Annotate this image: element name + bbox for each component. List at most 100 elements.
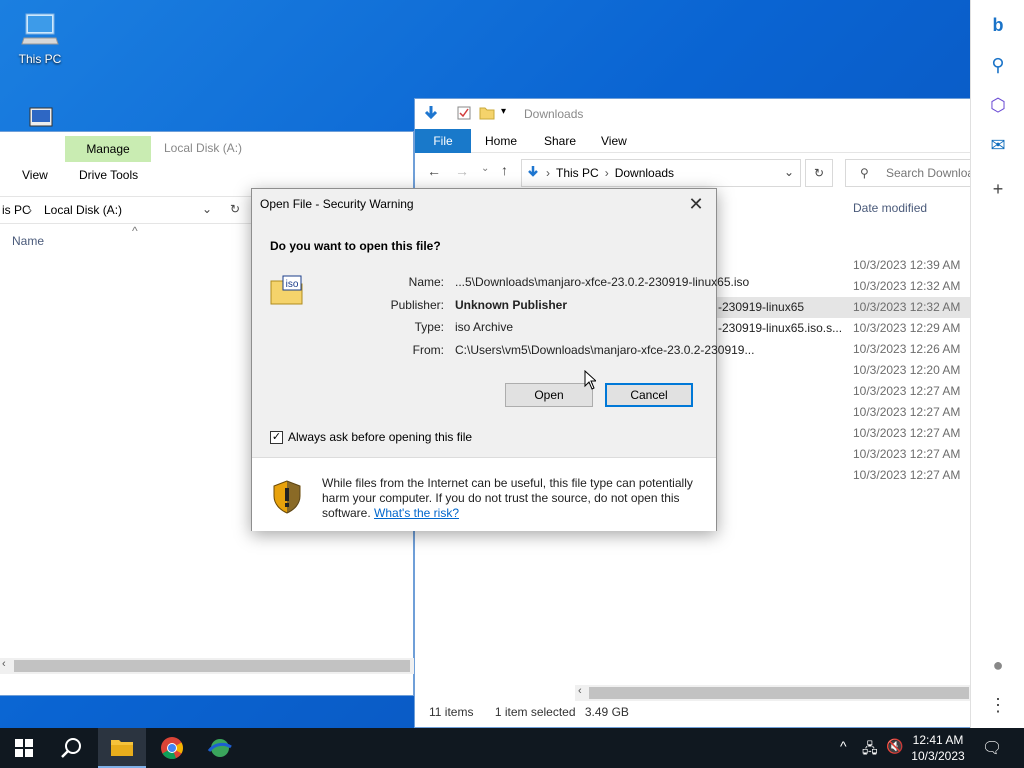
whats-the-risk-link[interactable]: What's the risk? (374, 506, 459, 520)
sort-up-icon: ^ (132, 224, 138, 238)
file-date: 10/3/2023 12:32 AM (853, 279, 961, 293)
clock[interactable]: 12:41 AM 10/3/2023 (906, 732, 970, 764)
this-pc-label: This PC (18, 52, 62, 66)
ribbon-tabs: View Drive Tools (0, 166, 413, 190)
tab-file[interactable]: File (415, 129, 471, 153)
checkbox-checked-icon[interactable]: ✓ (270, 430, 283, 444)
breadcrumb-downloads[interactable]: Downloads (615, 166, 674, 180)
file-date: 10/3/2023 12:27 AM (853, 405, 961, 419)
chevron-down-icon[interactable]: ⌄ (202, 202, 212, 216)
horizontal-scrollbar[interactable]: ‹ (575, 685, 971, 701)
copilot-icon[interactable]: ⬡ (985, 92, 1011, 118)
address-bar[interactable]: › This PC › Downloads ⌄ (521, 159, 801, 187)
chrome-icon (161, 737, 183, 760)
taskbar: ^ 🖧 🔇 12:41 AM 10/3/2023 🗨 (0, 728, 1024, 768)
up-arrow-icon[interactable]: ↑ (501, 162, 508, 178)
dialog-question: Do you want to open this file? (270, 239, 441, 253)
search-placeholder: Search Downloa (886, 166, 975, 180)
bing-chat-icon[interactable]: b (985, 12, 1011, 38)
status-bar: 11 items 1 item selected 3.49 GB (429, 705, 647, 719)
navigation-bar: ← → ⌄ ↑ › This PC › Downloads ⌄ ↻ ⚲ Sear… (415, 157, 975, 189)
detail-key: Name: (408, 275, 444, 289)
scrollbar-thumb[interactable] (589, 687, 969, 699)
qat-dropdown-icon[interactable]: ▾ (501, 106, 506, 117)
chevron-down-icon[interactable]: ⌄ (784, 165, 794, 179)
dialog-footer: While files from the Internet can be use… (252, 457, 716, 531)
detail-row: Publisher: Unknown Publisher (312, 298, 712, 318)
chrome-taskbar-button[interactable] (148, 728, 196, 768)
new-folder-icon[interactable] (479, 106, 495, 123)
this-pc-desktop-icon[interactable]: This PC (5, 10, 75, 66)
manage-context-tab[interactable]: Manage (65, 136, 151, 162)
scroll-left-icon[interactable]: ‹ (2, 658, 6, 670)
breadcrumb-separator-icon: › (604, 166, 609, 180)
detail-row: Type: iso Archive (312, 320, 712, 340)
edge-sidebar: b ⚲ ⬡ ✉ + ● ⋮ (970, 0, 1024, 728)
file-name: -230919-linux65 (718, 300, 805, 314)
detail-value: ...5\Downloads\manjaro-xfce-23.0.2-23091… (455, 275, 750, 289)
always-ask-checkbox[interactable]: ✓ Always ask before opening this file (270, 430, 472, 444)
profile-avatar-icon[interactable]: ● (985, 652, 1011, 678)
search-button[interactable] (48, 728, 96, 768)
status-selection: 1 item selected (494, 705, 576, 719)
tab-home[interactable]: Home (485, 134, 517, 148)
tab-drive-tools[interactable]: Drive Tools (79, 168, 138, 182)
outlook-icon[interactable]: ✉ (985, 132, 1011, 158)
show-hidden-icons-icon[interactable]: ^ (840, 738, 847, 754)
file-explorer-taskbar-button[interactable] (98, 728, 146, 768)
forward-arrow-icon[interactable]: → (455, 163, 469, 179)
properties-icon[interactable] (457, 106, 471, 123)
network-icon[interactable]: 🖧 (862, 738, 878, 762)
mouse-cursor-icon (584, 369, 598, 393)
quick-access-toolbar: ▾ Downloads (415, 99, 970, 129)
detail-value: C:\Users\vm5\Downloads\manjaro-xfce-23.0… (455, 343, 755, 357)
search-icon: ⚲ (860, 166, 869, 180)
close-icon[interactable]: ✕ (684, 193, 708, 215)
search-input[interactable]: ⚲ Search Downloa (845, 159, 975, 187)
file-date: 10/3/2023 12:32 AM (853, 300, 961, 314)
tab-view[interactable]: View (601, 134, 627, 148)
iso-icon-label: iso (286, 279, 299, 290)
more-options-icon[interactable]: ⋮ (985, 692, 1011, 718)
security-warning-dialog[interactable]: Open File - Security Warning ✕ Do you wa… (251, 188, 754, 531)
dialog-title: Open File - Security Warning (260, 197, 414, 211)
window-title: Local Disk (A:) (164, 141, 243, 155)
detail-key: From: (412, 343, 444, 357)
search-icon (61, 738, 81, 758)
scrollbar-thumb[interactable] (14, 660, 410, 672)
volume-muted-icon[interactable]: 🔇 (886, 738, 903, 755)
action-center-icon[interactable]: 🗨 (982, 738, 1002, 758)
refresh-icon[interactable]: ↻ (230, 202, 240, 216)
column-header-date-modified[interactable]: Date modified (853, 201, 927, 215)
breadcrumb-separator-icon: › (546, 166, 550, 180)
file-date: 10/3/2023 12:29 AM (853, 321, 961, 335)
back-arrow-icon[interactable]: ← (427, 163, 441, 179)
detail-row: Name: ...5\Downloads\manjaro-xfce-23.0.2-… (312, 275, 750, 295)
cancel-button[interactable]: Cancel (605, 383, 693, 407)
file-date: 10/3/2023 12:27 AM (853, 447, 961, 461)
tab-share[interactable]: Share (544, 134, 576, 148)
windows-logo-icon (15, 739, 33, 757)
folder-icon (111, 740, 133, 756)
file-date: 10/3/2023 12:27 AM (853, 468, 961, 482)
breadcrumb-local-disk[interactable]: Local Disk (A:) (44, 203, 122, 217)
network-app-taskbar-button[interactable] (196, 728, 244, 768)
download-arrow-icon[interactable] (423, 105, 439, 124)
search-icon[interactable]: ⚲ (985, 52, 1011, 78)
breadcrumb-this-pc[interactable]: is PC (2, 203, 31, 217)
start-button[interactable] (0, 728, 48, 768)
add-icon[interactable]: + (985, 176, 1011, 202)
clock-date: 10/3/2023 (911, 749, 965, 763)
breadcrumb-this-pc[interactable]: This PC (556, 166, 599, 180)
checkbox-label: Always ask before opening this file (288, 430, 473, 444)
column-header-name[interactable]: Name (12, 234, 44, 248)
file-date: 10/3/2023 12:26 AM (853, 342, 961, 356)
globe-app-icon (207, 739, 232, 757)
scroll-left-icon[interactable]: ‹ (578, 685, 582, 697)
refresh-icon[interactable]: ↻ (805, 159, 833, 187)
tab-view[interactable]: View (22, 168, 48, 182)
warning-message: While files from the Internet can be use… (322, 476, 702, 521)
open-button[interactable]: Open (505, 383, 593, 407)
recent-locations-icon[interactable]: ⌄ (481, 163, 489, 174)
horizontal-scrollbar[interactable]: ‹ (0, 658, 414, 674)
